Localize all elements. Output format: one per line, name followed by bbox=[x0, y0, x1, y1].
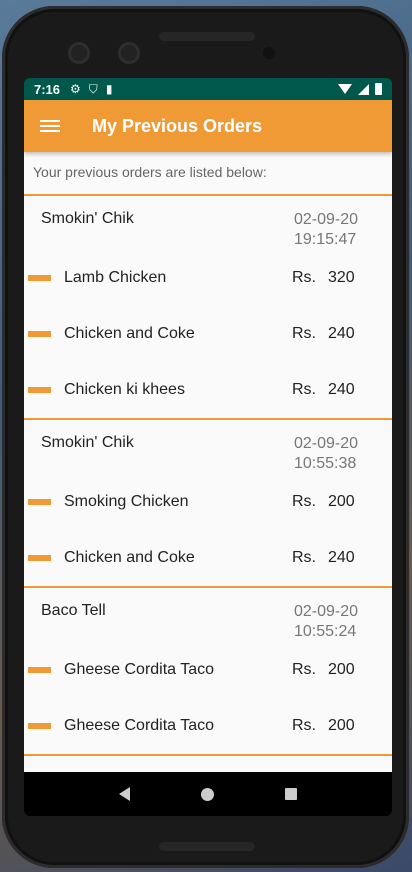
screen: 7:16 ⚙ ⛉ ▮ My Previous Orders Your previ… bbox=[24, 78, 392, 816]
front-camera bbox=[68, 42, 90, 64]
price-value: 200 bbox=[328, 717, 355, 734]
order-time: 19:15:47 bbox=[293, 231, 357, 248]
order-item: Gheese Cordita Taco Rs. 200 bbox=[24, 642, 392, 698]
order-item: Smoking Chicken Rs. 200 bbox=[24, 474, 392, 530]
item-price: Rs. 200 bbox=[292, 717, 355, 735]
currency-label: Rs. bbox=[292, 717, 316, 734]
bullet-dash bbox=[28, 667, 51, 673]
currency-label: Rs. bbox=[292, 661, 316, 678]
order-item: Gheese Cordita Taco Rs. 200 bbox=[24, 698, 392, 754]
order-card[interactable]: Smokin' Chik 02-09-20 10:55:38 Smoking C… bbox=[24, 420, 392, 588]
item-price: Rs. 200 bbox=[292, 661, 355, 679]
price-value: 320 bbox=[328, 269, 355, 286]
price-value: 240 bbox=[328, 549, 355, 566]
recents-icon[interactable] bbox=[284, 788, 297, 800]
currency-label: Rs. bbox=[292, 269, 316, 286]
home-icon[interactable] bbox=[200, 787, 214, 801]
price-value: 200 bbox=[328, 493, 355, 510]
item-price: Rs. 200 bbox=[292, 493, 355, 511]
back-icon[interactable] bbox=[119, 787, 131, 801]
bullet-dash bbox=[28, 555, 51, 561]
battery-icon bbox=[375, 83, 382, 95]
price-value: 200 bbox=[328, 661, 355, 678]
item-name: Chicken and Coke bbox=[64, 325, 195, 342]
bullet-dash bbox=[28, 723, 51, 729]
order-card[interactable]: Smokin' Chik 02-09-20 19:15:47 Lamb Chic… bbox=[24, 196, 392, 420]
restaurant-name: Smokin' Chik bbox=[41, 210, 134, 227]
order-date: 02-09-20 bbox=[293, 435, 358, 452]
item-name: Chicken ki khees bbox=[64, 381, 185, 398]
item-name: Smoking Chicken bbox=[64, 493, 189, 510]
order-datetime: 02-09-20 10:55:24 bbox=[294, 602, 358, 642]
order-item: Chicken and Coke Rs. 240 bbox=[24, 306, 392, 362]
currency-label: Rs. bbox=[292, 549, 316, 566]
bottom-speaker bbox=[159, 842, 255, 851]
order-time: 10:55:24 bbox=[293, 623, 357, 640]
item-price: Rs. 240 bbox=[292, 549, 355, 567]
currency-label: Rs. bbox=[292, 381, 316, 398]
price-value: 240 bbox=[328, 325, 355, 342]
order-item: Chicken ki khees Rs. 240 bbox=[24, 362, 392, 418]
sd-card-icon: ▮ bbox=[105, 82, 113, 96]
currency-label: Rs. bbox=[292, 325, 316, 342]
bullet-dash bbox=[28, 499, 51, 505]
order-date: 02-09-20 bbox=[293, 603, 358, 620]
status-time: 7:16 bbox=[34, 81, 61, 97]
order-datetime: 02-09-20 10:55:38 bbox=[294, 434, 358, 474]
order-date: 02-09-20 bbox=[293, 211, 358, 228]
order-card[interactable]: Baco Tell 02-09-20 10:55:24 Gheese Cordi… bbox=[24, 588, 392, 756]
signal-icon bbox=[358, 83, 369, 95]
bullet-dash bbox=[28, 275, 51, 281]
item-price: Rs. 240 bbox=[292, 381, 355, 399]
restaurant-name: Baco Tell bbox=[41, 602, 106, 619]
phone-frame: 7:16 ⚙ ⛉ ▮ My Previous Orders Your previ… bbox=[2, 6, 409, 868]
system-nav-bar bbox=[24, 772, 392, 816]
settings-icon: ⚙ bbox=[70, 82, 81, 96]
wifi-icon bbox=[338, 84, 352, 94]
bullet-dash bbox=[28, 387, 51, 393]
item-price: Rs. 240 bbox=[292, 325, 355, 343]
restaurant-name: Smokin' Chik bbox=[41, 434, 134, 451]
earpiece-speaker bbox=[159, 32, 255, 41]
proximity-sensor bbox=[263, 47, 275, 59]
order-datetime: 02-09-20 19:15:47 bbox=[294, 210, 358, 250]
front-camera-secondary bbox=[118, 42, 140, 64]
shield-icon: ⛉ bbox=[88, 81, 98, 96]
item-name: Lamb Chicken bbox=[64, 269, 167, 286]
currency-label: Rs. bbox=[292, 493, 316, 510]
item-price: Rs. 320 bbox=[292, 269, 355, 287]
list-subtitle: Your previous orders are listed below: bbox=[24, 152, 392, 196]
bullet-dash bbox=[28, 331, 51, 337]
item-name: Gheese Cordita Taco bbox=[64, 661, 215, 678]
page-title: My Previous Orders bbox=[92, 115, 263, 136]
order-time: 10:55:38 bbox=[293, 455, 357, 472]
order-item: Lamb Chicken Rs. 320 bbox=[24, 250, 392, 306]
item-name: Gheese Cordita Taco bbox=[64, 717, 215, 734]
menu-icon[interactable] bbox=[40, 117, 60, 135]
orders-list[interactable]: Your previous orders are listed below: S… bbox=[24, 152, 392, 772]
status-bar: 7:16 ⚙ ⛉ ▮ bbox=[24, 78, 392, 100]
item-name: Chicken and Coke bbox=[64, 549, 195, 566]
price-value: 240 bbox=[328, 381, 355, 398]
app-bar: My Previous Orders bbox=[24, 100, 392, 152]
order-item: Chicken and Coke Rs. 240 bbox=[24, 530, 392, 586]
